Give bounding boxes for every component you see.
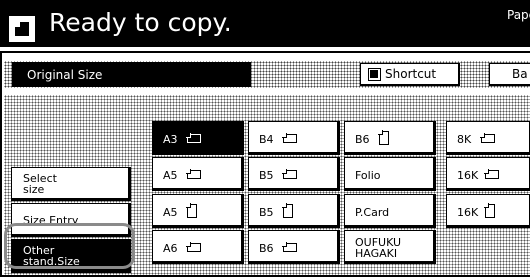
section-title-text: Original Size [27,68,103,82]
size-button-oufuku-hagaki-none[interactable]: OUFUKU HAGAKI [344,230,436,264]
landscape-paper-icon [186,242,201,252]
shortcut-label: Shortcut [385,67,437,81]
section-title: Original Size [12,62,251,87]
portrait-paper-icon [282,203,293,218]
back-button[interactable]: Ba [489,63,530,86]
title-bar: Ready to copy. Pape [0,0,530,47]
portrait-paper-icon [484,203,495,218]
size-label: A5 [163,206,178,219]
size-label: 8K [457,133,472,146]
landscape-paper-icon [282,133,297,143]
landscape-paper-icon [484,169,499,179]
portrait-paper-icon [378,130,389,145]
size-label: B5 [259,206,274,219]
size-label: 16K [457,206,479,219]
select-size-line2: size [23,183,45,196]
size-label: A3 [163,133,178,146]
size-label: P.Card [355,206,390,219]
size-button-a5-landscape[interactable]: A5 [152,157,244,191]
size-label: B4 [259,133,274,146]
landscape-paper-icon [282,242,297,252]
size-button-b6-portrait[interactable]: B6 [344,121,436,155]
back-label: Ba [512,67,528,81]
selection-highlight [4,223,135,269]
size-label: B5 [259,169,274,182]
shortcut-button[interactable]: Shortcut [360,63,460,86]
size-button-folio-none[interactable]: Folio [344,157,436,191]
size-button-16k-portrait[interactable]: 16K [446,194,530,228]
size-label: Folio [355,169,381,182]
size-button-8k-landscape[interactable]: 8K [446,121,530,155]
size-button-a5-portrait[interactable]: A5 [152,194,244,228]
landscape-paper-icon [282,169,297,179]
size-label: A5 [163,169,178,182]
shortcut-icon [368,68,381,81]
size-label: 16K [457,169,479,182]
size-label: B6 [355,133,370,146]
landscape-paper-icon [186,169,201,179]
size-button-b5-landscape[interactable]: B5 [248,157,340,191]
copy-status-icon [9,16,35,42]
size-label-line2: HAGAKI [355,247,398,260]
portrait-paper-icon [186,203,197,218]
size-button-p-card-none[interactable]: P.Card [344,194,436,228]
size-button-b5-portrait[interactable]: B5 [248,194,340,228]
size-button-16k-landscape[interactable]: 16K [446,157,530,191]
select-size-button[interactable]: Select size [11,167,131,201]
size-button-a6-landscape[interactable]: A6 [152,230,244,264]
size-label: B6 [259,242,274,255]
size-button-b4-landscape[interactable]: B4 [248,121,340,155]
size-button-b6-landscape[interactable]: B6 [248,230,340,264]
landscape-paper-icon [480,133,495,143]
status-message: Ready to copy. [49,8,232,37]
size-label: A6 [163,242,178,255]
size-button-a3-landscape[interactable]: A3 [152,121,244,155]
landscape-paper-icon [186,133,201,143]
paper-status-text: Pape [507,8,530,22]
